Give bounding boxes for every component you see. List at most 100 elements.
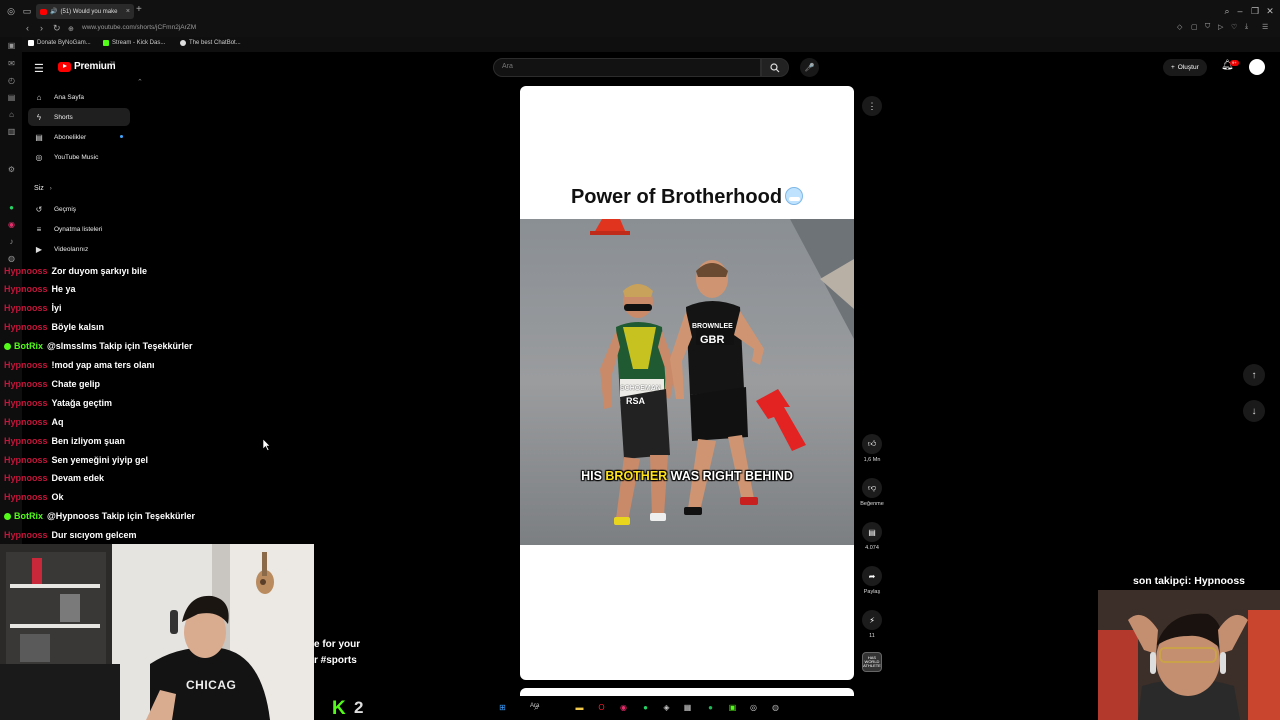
kick-taskbar-icon[interactable]: ▣	[726, 701, 739, 714]
like-action[interactable]: 👍︎ 1,6 Mn	[858, 434, 886, 463]
account-avatar[interactable]	[1249, 59, 1265, 75]
forward-icon[interactable]: ›	[40, 23, 43, 33]
share-label: Paylaş	[863, 589, 881, 595]
tiktok-icon[interactable]: ♪	[6, 236, 17, 247]
back-icon[interactable]: ‹	[26, 23, 29, 33]
download-icon[interactable]: ⤓	[1245, 23, 1248, 31]
history-sidebar-icon[interactable]: ◴	[6, 75, 17, 86]
remix-count: 11	[869, 633, 875, 639]
taskbar-search-label[interactable]: Ara	[530, 703, 539, 709]
dislike-action[interactable]: 👎︎ Beğenme	[858, 478, 886, 507]
chat-text: Sen yemeğini yiyip gel	[51, 454, 149, 465]
thumbs-up-icon[interactable]: 👍︎	[862, 434, 882, 454]
chevron-right-icon: ›	[49, 186, 52, 192]
share-action[interactable]: ➦ Paylaş	[858, 566, 886, 595]
whatsapp-icon[interactable]: ●	[6, 202, 17, 213]
workspace-icon[interactable]: ▣	[6, 40, 17, 51]
chat-message: Hypnooss Sen yemeğini yiyip gel	[4, 451, 148, 468]
chat-text: Dur sıcıyom gelcem	[51, 530, 137, 541]
url-field[interactable]: www.youtube.com/shorts/jCFmn2jArZM	[82, 24, 196, 31]
new-tab-icon[interactable]: +	[136, 4, 142, 15]
next-short-button[interactable]: ↓	[1243, 400, 1265, 422]
bot-badge-icon	[4, 342, 11, 350]
sidebar-item-music[interactable]: ◎ YouTube Music	[28, 148, 130, 166]
bookmark-icon[interactable]: ◇	[1177, 23, 1182, 31]
comment-count: 4.074	[865, 545, 879, 551]
pin-icon[interactable]: ⌂	[6, 109, 17, 120]
settings-icon[interactable]: ⚙	[6, 164, 17, 175]
youtube-logo[interactable]: Premium	[58, 61, 116, 72]
obs-icon[interactable]: ◎	[747, 701, 760, 714]
more-options-icon[interactable]: ⋮	[862, 96, 882, 116]
menu-icon[interactable]: ☰	[1262, 23, 1268, 31]
runners-image	[520, 219, 854, 545]
like-count: 1,6 Mn	[863, 457, 881, 463]
last-follower-label: son takipçi: Hypnooss	[1132, 575, 1246, 587]
instagram-taskbar-icon[interactable]: ◉	[617, 701, 630, 714]
restore-icon[interactable]: ❐	[1249, 5, 1261, 17]
spotify-icon[interactable]: ●	[704, 701, 717, 714]
chat-text: Devam edek	[51, 473, 105, 484]
epic-games-icon[interactable]: ▦	[681, 701, 694, 714]
shield-icon[interactable]: ⛉	[1205, 23, 1210, 31]
remix-icon[interactable]: ⚡︎	[862, 610, 882, 630]
thumbs-down-icon[interactable]: 👎︎	[862, 478, 882, 498]
sidebar-item-subscriptions[interactable]: ▤ Abonelikler	[28, 128, 130, 146]
whatsapp-taskbar-icon[interactable]: ●	[639, 701, 652, 714]
bookmark-item[interactable]: The best ChatBot...	[180, 40, 241, 46]
remix-action[interactable]: ⚡︎ 11	[858, 610, 886, 639]
opera-icon[interactable]: O	[595, 701, 608, 714]
chat-username: Hypnooss	[4, 397, 48, 408]
chat-message: Hypnooss Dur sıcıyom gelcem	[4, 527, 137, 544]
sidebar-item-playlists[interactable]: ≡ Oynatma listeleri	[28, 220, 130, 238]
channel-avatar[interactable]: HAS WORLD ATHLETE	[862, 652, 882, 672]
video-caption: HIS BROTHER WAS RIGHT BEHIND	[581, 469, 793, 483]
left-runner-country: RSA	[626, 396, 646, 406]
browser-search-icon[interactable]: ⌕	[1221, 5, 1233, 17]
chat-text: Ben izliyom şuan	[51, 435, 126, 446]
bookmark-item[interactable]: Donate ByNoGam...	[28, 40, 91, 46]
collapse-chevron-icon[interactable]: ⌃	[137, 78, 143, 86]
tab-close-icon[interactable]: ×	[126, 8, 130, 15]
window-close-icon[interactable]: ✕	[1264, 5, 1276, 17]
minimize-icon[interactable]: –	[1234, 5, 1246, 17]
kick-logo-icon: K	[332, 698, 346, 719]
wallet-icon[interactable]: ▤	[6, 92, 17, 103]
arrow-down-icon: ↓	[1251, 405, 1257, 417]
comment-icon[interactable]: ▤	[862, 522, 882, 542]
tab-list-icon[interactable]: ▭	[21, 5, 33, 17]
site-info-icon[interactable]: ⊕	[68, 25, 74, 33]
chat-message: Hypnooss Yatağa geçtim	[4, 394, 112, 411]
steam-icon[interactable]: ◈	[660, 701, 673, 714]
previous-short-button[interactable]: ↑	[1243, 364, 1265, 386]
browser-tab-active[interactable]: 🔊 (51) Would you make ×	[36, 4, 134, 19]
notes-icon[interactable]: ▥	[6, 126, 17, 137]
kick-favicon-icon	[103, 40, 109, 46]
sidebar-item-your-videos[interactable]: ▶ Videolarınız	[28, 240, 130, 258]
chat-message: Hypnooss !mod yap ama ters olanı	[4, 357, 155, 374]
extension-icon[interactable]: ▢	[1191, 23, 1198, 31]
search-button[interactable]	[761, 58, 789, 77]
windows-start-icon[interactable]: ⊞	[496, 701, 509, 714]
sidebar-item-home[interactable]: ⌂ Ana Sayfa	[28, 88, 130, 106]
search-input[interactable]	[502, 63, 742, 70]
file-explorer-icon[interactable]: ▬	[573, 701, 586, 714]
bookmark-item[interactable]: Stream - Kick Das...	[103, 40, 165, 46]
comments-action[interactable]: ▤ 4.074	[858, 522, 886, 551]
play-icon[interactable]: ▷	[1218, 23, 1223, 31]
sidebar-item-history[interactable]: ↺ Geçmiş	[28, 200, 130, 218]
country-code: TR	[110, 60, 116, 65]
sidebar-item-shorts[interactable]: ϟ Shorts	[28, 108, 130, 126]
browser-logo-icon[interactable]: ◎	[5, 5, 17, 17]
messenger-icon[interactable]: ✉	[6, 58, 17, 69]
guide-menu-icon[interactable]: ☰	[34, 62, 44, 75]
heart-icon[interactable]: ♡	[1231, 23, 1237, 31]
sidebar-section-you[interactable]: Siz ›	[34, 185, 52, 192]
short-video-player[interactable]: Power of Brotherhood SCHOEMAN RSA BROWNL…	[520, 86, 854, 680]
steam-taskbar-icon[interactable]: ◍	[769, 701, 782, 714]
create-button[interactable]: + Oluştur	[1163, 59, 1207, 76]
voice-search-button[interactable]: 🎤	[800, 58, 819, 77]
reload-icon[interactable]: ↻	[53, 23, 61, 34]
share-arrow-icon[interactable]: ➦	[862, 566, 882, 586]
instagram-icon[interactable]: ◉	[6, 219, 17, 230]
